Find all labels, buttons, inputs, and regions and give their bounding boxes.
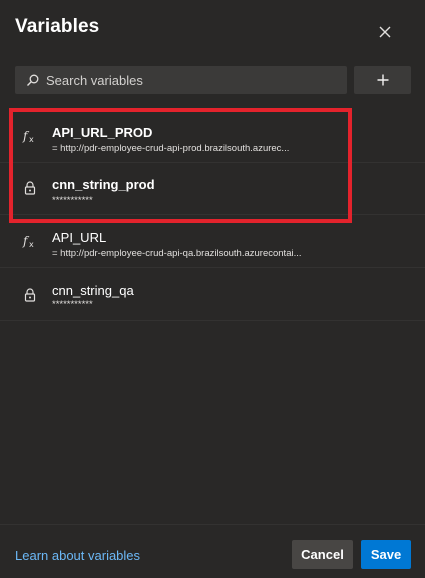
svg-text:x: x xyxy=(29,135,34,144)
add-variable-button[interactable] xyxy=(354,66,411,94)
search-icon xyxy=(27,74,39,86)
save-button[interactable]: Save xyxy=(361,540,411,569)
variable-row-cnn-string-qa[interactable]: cnn_string_qa *********** xyxy=(0,269,425,321)
variable-name: cnn_string_prod xyxy=(52,177,155,192)
svg-text:x: x xyxy=(29,240,34,249)
function-icon: f x xyxy=(22,233,38,249)
plus-icon xyxy=(377,74,388,86)
learn-about-variables-link[interactable]: Learn about variables xyxy=(15,548,140,563)
variable-row-cnn-string-prod[interactable]: cnn_string_prod *********** xyxy=(0,163,425,215)
search-box[interactable] xyxy=(15,66,347,94)
close-icon xyxy=(379,26,391,38)
variable-value: *********** xyxy=(52,195,93,206)
cancel-button[interactable]: Cancel xyxy=(292,540,353,569)
lock-icon xyxy=(22,180,38,196)
variable-value: = http://pdr-employee-crud-api-qa.brazil… xyxy=(52,248,302,259)
search-input[interactable] xyxy=(46,66,336,94)
variable-name: cnn_string_qa xyxy=(52,283,134,298)
variable-value: *********** xyxy=(52,299,93,310)
lock-icon xyxy=(22,287,38,303)
variable-name: API_URL xyxy=(52,230,107,245)
variable-name: API_URL_PROD xyxy=(52,125,153,140)
panel-title: Variables xyxy=(15,16,100,37)
close-button[interactable] xyxy=(372,19,398,45)
variable-row-api-url-prod[interactable]: f x API_URL_PROD = http://pdr-employee-c… xyxy=(0,111,425,163)
function-icon: f x xyxy=(22,128,38,144)
variable-row-api-url[interactable]: f x API_URL = http://pdr-employee-crud-a… xyxy=(0,216,425,268)
variable-value: = http://pdr-employee-crud-api-prod.braz… xyxy=(52,143,290,154)
variables-panel: Variables f x API_URL_PROD = http://pdr-… xyxy=(0,0,425,578)
footer-divider xyxy=(0,524,425,525)
